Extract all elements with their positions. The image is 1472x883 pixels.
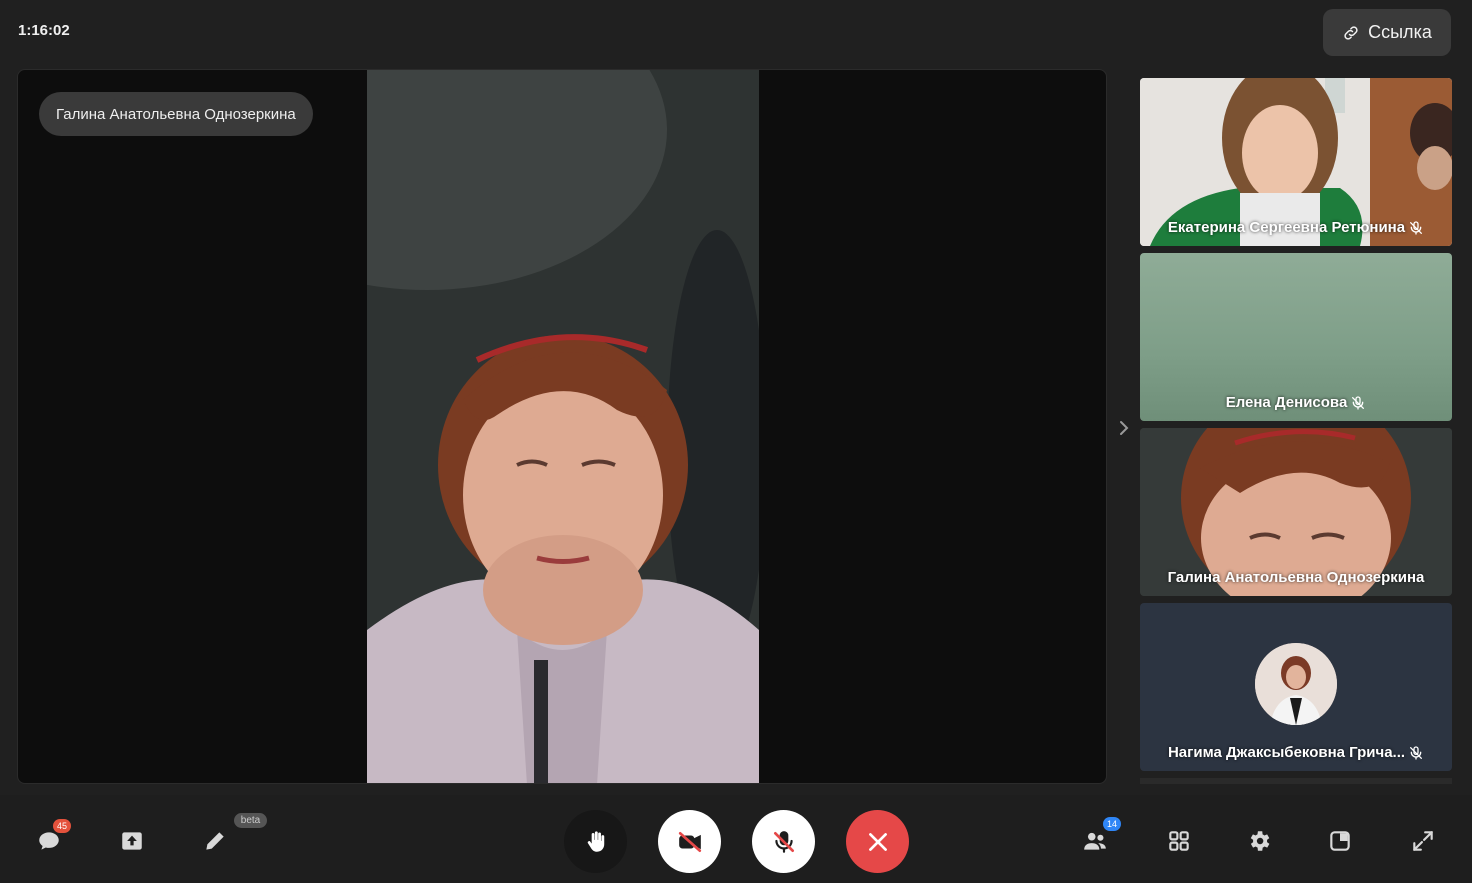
participants-badge: 14	[1103, 817, 1121, 831]
draw-button[interactable]	[199, 825, 231, 857]
participant-avatar	[1255, 643, 1337, 725]
end-call-button[interactable]	[846, 810, 909, 873]
copy-link-button[interactable]: Ссылка	[1323, 9, 1451, 56]
speaker-name-pill: Галина Анатольевна Однозеркина	[39, 92, 313, 136]
main-speaker-video	[367, 70, 759, 783]
participant-name-row: Нагима Джаксыбековна Грича...	[1140, 744, 1452, 761]
call-timer: 1:16:02	[18, 22, 70, 39]
participant-tile[interactable]: Нагима Джаксыбековна Грича...	[1140, 603, 1452, 771]
pencil-icon	[206, 832, 224, 850]
raise-hand-button[interactable]	[564, 810, 627, 873]
expand-icon	[1413, 831, 1433, 851]
mic-muted-icon	[1410, 745, 1423, 760]
close-icon	[868, 832, 887, 851]
picture-in-picture-button[interactable]	[1324, 825, 1356, 857]
avatar-photo	[1255, 643, 1337, 725]
participant-tile[interactable]: Галина Анатольевна Однозеркина	[1140, 428, 1452, 596]
microphone-toggle-button[interactable]	[752, 810, 815, 873]
link-icon	[1344, 25, 1358, 40]
participant-tile[interactable]: Екатерина Сергеевна Ретюнина	[1140, 78, 1452, 246]
chevron-right-icon	[1120, 421, 1129, 435]
grid-icon	[1169, 831, 1189, 851]
chat-badge: 45	[53, 819, 71, 833]
camera-toggle-button[interactable]	[658, 810, 721, 873]
fullscreen-button[interactable]	[1407, 825, 1439, 857]
speaker-video-frame	[367, 70, 759, 783]
copy-link-label: Ссылка	[1368, 22, 1432, 42]
mic-off-icon	[773, 830, 794, 853]
settings-button[interactable]	[1243, 825, 1275, 857]
participants-button[interactable]: 14	[1079, 817, 1121, 857]
share-screen-button[interactable]	[116, 825, 148, 857]
participant-tile[interactable]: Елена Денисова	[1140, 253, 1452, 421]
mic-muted-icon	[1352, 395, 1365, 410]
participant-name: Елена Денисова	[1225, 394, 1348, 411]
gear-icon	[1250, 831, 1270, 851]
grid-layout-button[interactable]	[1163, 825, 1195, 857]
next-tile-edge	[1140, 778, 1452, 784]
window-icon	[1330, 831, 1350, 851]
beta-badge: beta	[234, 813, 267, 828]
participant-name: Екатерина Сергеевна Ретюнина	[1167, 219, 1406, 236]
hand-icon	[587, 830, 604, 852]
camera-off-icon	[678, 831, 701, 852]
main-stage: Галина Анатольевна Однозеркина	[17, 69, 1107, 784]
bottom-toolbar: 45 beta 14	[0, 795, 1472, 883]
people-icon	[1084, 832, 1106, 850]
mic-muted-icon	[1410, 220, 1423, 235]
participant-name-row: Екатерина Сергеевна Ретюнина	[1140, 219, 1452, 236]
participant-name-row: Галина Анатольевна Однозеркина	[1140, 569, 1452, 586]
participant-name: Галина Анатольевна Однозеркина	[1167, 569, 1425, 586]
upload-icon	[122, 832, 142, 850]
chat-button[interactable]: 45	[33, 819, 71, 857]
participant-name-row: Елена Денисова	[1140, 394, 1452, 411]
participant-name: Нагима Джаксыбековна Грича...	[1167, 744, 1406, 761]
collapse-sidebar-arrow[interactable]	[1116, 418, 1132, 438]
